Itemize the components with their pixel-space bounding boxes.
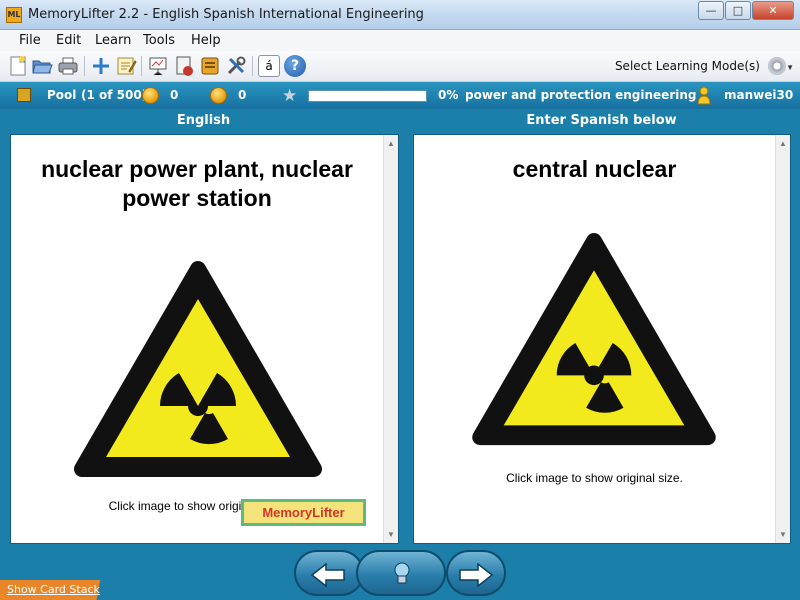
unknown-count: 0 — [238, 88, 247, 102]
learning-mode-label[interactable]: Select Learning Mode(s) — [615, 59, 760, 73]
toolbar-separator — [141, 56, 142, 76]
menu-help[interactable]: Help — [191, 33, 221, 48]
title-bar: ML MemoryLifter 2.2 - English Spanish In… — [0, 0, 800, 30]
help-icon[interactable]: ? — [284, 55, 306, 77]
show-card-stack-tab[interactable]: Show Card Stack — [0, 580, 124, 600]
window-title: MemoryLifter 2.2 - English Spanish Inter… — [28, 7, 424, 22]
scroll-up-icon[interactable]: ▲ — [779, 139, 787, 148]
character-map-icon[interactable]: á — [258, 55, 280, 77]
scroll-up-icon[interactable]: ▲ — [387, 139, 395, 148]
box-count: (1 of 500) — [81, 88, 148, 102]
new-icon[interactable] — [7, 55, 29, 77]
scroll-down-icon[interactable]: ▼ — [779, 530, 787, 539]
minimize-button[interactable]: — — [698, 1, 724, 20]
question-text: nuclear power plant, nuclear power stati… — [41, 156, 353, 211]
question-header: English — [176, 113, 231, 128]
radiation-hazard-image[interactable] — [72, 259, 324, 481]
maximize-button[interactable]: □ — [725, 1, 751, 20]
question-card: nuclear power plant, nuclear power stati… — [10, 134, 399, 544]
tools-icon[interactable] — [225, 55, 247, 77]
chevron-down-icon[interactable]: ▼ — [786, 63, 794, 72]
close-button[interactable]: ✕ — [752, 1, 794, 20]
status-bar: Pool (1 of 500) 0 0 ★ 0% power and prote… — [0, 82, 800, 109]
open-icon[interactable] — [31, 55, 53, 77]
next-button[interactable] — [446, 550, 506, 596]
menu-tools[interactable]: Tools — [143, 33, 175, 48]
app-icon: ML — [6, 7, 22, 23]
memorylifter-logo: MemoryLifter — [241, 499, 366, 526]
show-card-stack-link[interactable]: Show Card Stack — [7, 583, 100, 596]
window-controls: — □ ✕ — [697, 1, 794, 20]
statistics-icon[interactable] — [173, 55, 195, 77]
toolbar-separator — [84, 56, 85, 76]
box-label: Pool — [47, 88, 77, 102]
print-icon[interactable] — [57, 55, 79, 77]
add-icon[interactable] — [90, 55, 112, 77]
toolbar-separator — [252, 56, 253, 76]
progress-text: 0% — [438, 88, 459, 102]
right-arrow-icon — [459, 562, 494, 588]
user-icon — [697, 86, 711, 105]
hint-button[interactable] — [356, 550, 446, 596]
lightbulb-icon — [394, 562, 410, 584]
main-area: Pool (1 of 500) 0 0 ★ 0% power and prote… — [0, 82, 800, 600]
progress-bar — [308, 90, 427, 102]
back-button[interactable] — [294, 550, 364, 596]
answer-image-caption: Click image to show original size. — [506, 471, 683, 485]
star-icon: ★ — [282, 86, 298, 106]
toolbar: á ? Select Learning Mode(s) ▼ — [0, 51, 800, 82]
question-scrollbar[interactable]: ▲ ▼ — [383, 135, 398, 543]
answer-scrollbar[interactable]: ▲ ▼ — [775, 135, 790, 543]
answer-header: Enter Spanish below — [526, 113, 677, 128]
gear-icon[interactable] — [768, 57, 786, 75]
known-count: 0 — [170, 88, 179, 102]
edit-icon[interactable] — [115, 55, 137, 77]
menu-bar: File Edit Learn Tools Help — [0, 30, 800, 51]
scroll-down-icon[interactable]: ▼ — [387, 530, 395, 539]
answer-card: central nuclear Click image to show orig… — [413, 134, 791, 544]
menu-edit[interactable]: Edit — [56, 33, 81, 48]
menu-file[interactable]: File — [19, 33, 41, 48]
presentation-icon[interactable] — [147, 55, 169, 77]
box-icon — [17, 88, 31, 102]
happy-smiley-icon — [142, 87, 159, 104]
menu-learn[interactable]: Learn — [95, 33, 131, 48]
answer-text: central nuclear — [512, 156, 677, 182]
chapter-name: power and protection engineering — [465, 88, 697, 102]
left-arrow-icon — [310, 562, 345, 588]
radiation-hazard-image[interactable] — [470, 231, 718, 449]
username: manwei30 — [724, 88, 794, 102]
module-icon[interactable] — [199, 55, 221, 77]
sad-smiley-icon — [210, 87, 227, 104]
